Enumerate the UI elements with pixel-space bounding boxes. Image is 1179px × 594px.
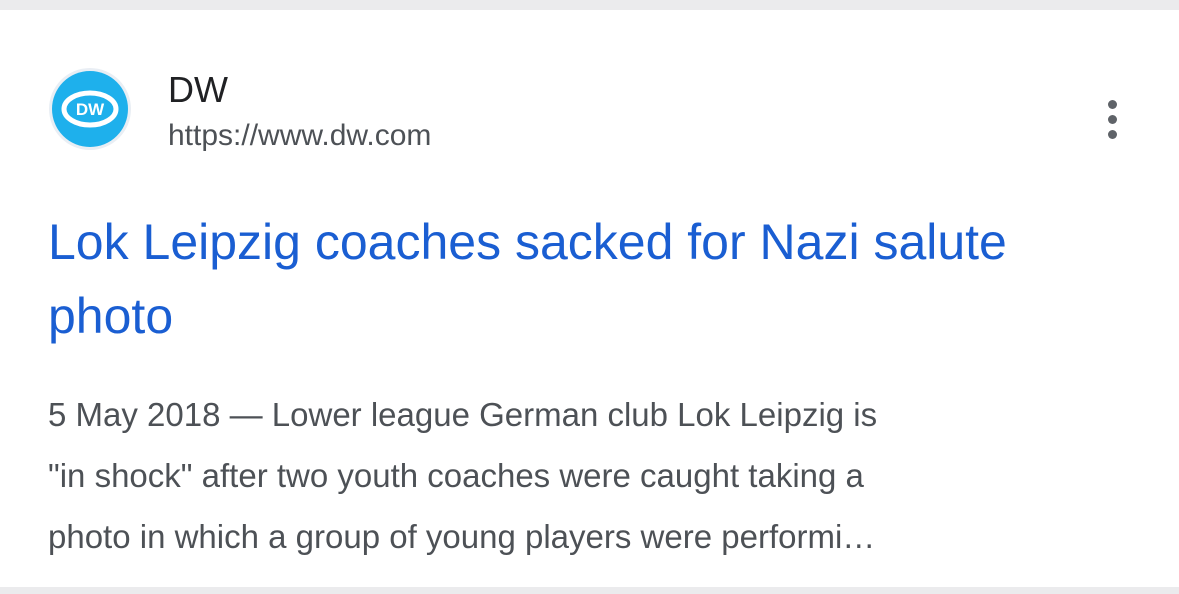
dw-logo-icon: DW — [52, 71, 128, 147]
site-favicon[interactable]: DW — [49, 68, 131, 150]
site-url: https://www.dw.com — [168, 119, 432, 152]
more-options-button[interactable] — [1092, 96, 1134, 144]
snippet-line: 5 May 2018 — Lower league German club Lo… — [48, 396, 878, 433]
bottom-divider — [0, 587, 1179, 594]
snippet-line: photo in which a group of young players … — [48, 518, 876, 555]
svg-text:DW: DW — [76, 100, 105, 119]
snippet-line: "in shock" after two youth coaches were … — [48, 457, 864, 494]
result-snippet: 5 May 2018 — Lower league German club Lo… — [48, 384, 1138, 567]
top-divider — [0, 0, 1179, 10]
result-title-link[interactable]: Lok Leipzig coaches sacked for Nazi salu… — [48, 205, 1128, 353]
more-vert-icon — [1108, 100, 1117, 109]
site-name: DW — [168, 69, 228, 110]
more-vert-icon-dot — [1108, 130, 1117, 139]
more-vert-icon-dot — [1108, 115, 1117, 124]
